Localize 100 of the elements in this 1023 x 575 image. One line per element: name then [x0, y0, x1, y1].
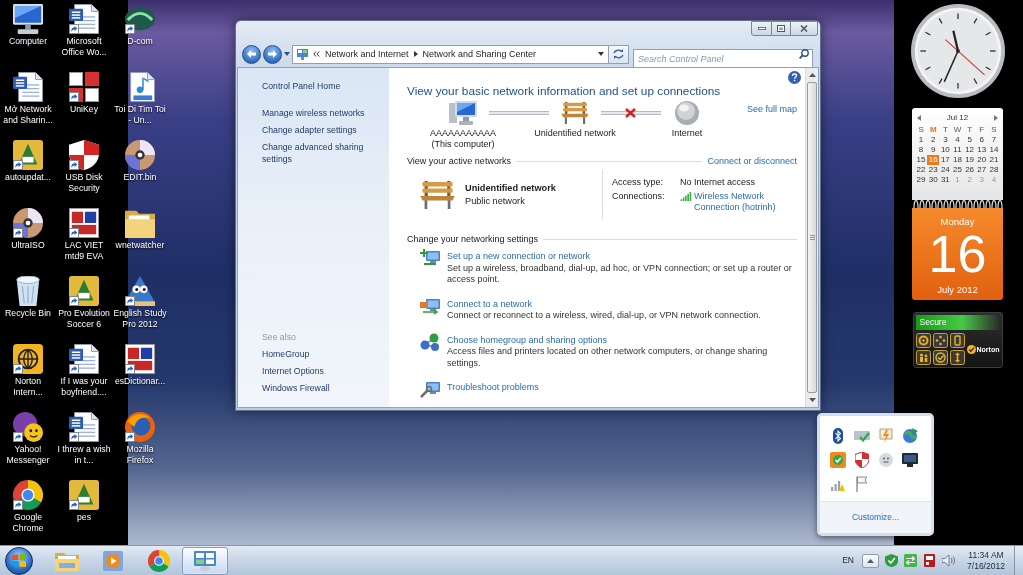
- connect-link[interactable]: Connect or disconnect: [707, 156, 797, 166]
- help-icon[interactable]: [788, 71, 801, 84]
- people-tile-icon[interactable]: [915, 350, 931, 365]
- calendar-day[interactable]: 10: [939, 145, 952, 155]
- gear-tile-icon[interactable]: [915, 333, 931, 348]
- calendar-day[interactable]: 27: [975, 165, 988, 175]
- desktop-shortcut[interactable]: Recycle Bin: [0, 272, 56, 340]
- calendar-day[interactable]: 23: [927, 165, 940, 175]
- calendar-day[interactable]: 13: [975, 145, 988, 155]
- phone-tile-icon[interactable]: [949, 333, 965, 348]
- search-field[interactable]: Search Control Panel: [633, 49, 813, 68]
- show-hidden-icons-button[interactable]: [862, 553, 879, 568]
- desktop-shortcut[interactable]: esDictionar...: [112, 340, 168, 408]
- desktop-shortcut[interactable]: Microsoft Office Wo...: [56, 0, 112, 68]
- card-check-icon[interactable]: [854, 430, 870, 442]
- minimize-button[interactable]: [751, 21, 772, 36]
- calendar-day[interactable]: 25: [951, 165, 964, 175]
- calendar-day[interactable]: 28: [987, 165, 1000, 175]
- check-tile-icon[interactable]: [932, 350, 948, 365]
- desktop-shortcut[interactable]: Toi Di Tim Toi - Un...: [112, 68, 168, 136]
- check-badge-icon[interactable]: [830, 452, 846, 468]
- calendar-day[interactable]: 8: [915, 145, 928, 155]
- desktop-shortcut[interactable]: Pro Evolution Soccer 6: [56, 272, 112, 340]
- calendar-day[interactable]: 11: [951, 145, 964, 155]
- connection-link[interactable]: Wireless Network Connection (hotrinh): [694, 191, 790, 213]
- bluetooth-icon[interactable]: [833, 428, 843, 444]
- calendar-day[interactable]: 2: [927, 135, 940, 145]
- calendar-day[interactable]: 6: [975, 135, 988, 145]
- calendar-day[interactable]: 7: [987, 135, 1000, 145]
- calendar-day[interactable]: 3: [939, 135, 952, 145]
- close-button[interactable]: [791, 21, 818, 36]
- breadcrumb-item[interactable]: Network and Sharing Center: [422, 48, 537, 60]
- desktop-shortcut[interactable]: Google Chrome: [0, 476, 56, 544]
- sidebar-link[interactable]: Change advanced sharing settings: [262, 141, 381, 165]
- network-arrows-icon[interactable]: [904, 554, 917, 567]
- calendar-day[interactable]: 24: [939, 165, 952, 175]
- desktop-shortcut[interactable]: If I was your boyfriend....: [56, 340, 112, 408]
- sidebar-link[interactable]: Internet Options: [262, 365, 324, 377]
- taskbar-button[interactable]: [182, 546, 228, 575]
- calendar-day[interactable]: 9: [927, 145, 940, 155]
- desktop-shortcut[interactable]: wnetwatcher: [112, 204, 168, 272]
- sidebar-link[interactable]: Windows Firewall: [262, 382, 330, 394]
- show-desktop-button[interactable]: [1014, 546, 1023, 575]
- address-bar[interactable]: Network and Internet Network and Sharing Center: [292, 44, 609, 64]
- language-indicator[interactable]: EN: [842, 554, 854, 567]
- calendar-day[interactable]: 14: [987, 145, 1000, 155]
- app-tile-icon[interactable]: [923, 554, 936, 567]
- triangle-right-icon[interactable]: [994, 115, 998, 121]
- dots-ring-tile-icon[interactable]: [932, 333, 948, 348]
- scroll-thumb[interactable]: [807, 82, 817, 393]
- arrows-tile-icon[interactable]: [949, 350, 965, 365]
- desktop-shortcut[interactable]: LAC VIET mtd9 EVA: [56, 204, 112, 272]
- sidebar-link[interactable]: HomeGroup: [262, 348, 310, 360]
- sidebar-link[interactable]: Manage wireless networks: [262, 107, 365, 119]
- calendar-day[interactable]: 29: [915, 175, 928, 185]
- desktop-shortcut[interactable]: UniKey: [56, 68, 112, 136]
- flag-icon[interactable]: [856, 476, 868, 492]
- start-button[interactable]: [5, 546, 33, 575]
- customize-link[interactable]: Customize...: [851, 511, 900, 524]
- calendar-day[interactable]: 30: [927, 175, 940, 185]
- sidebar-link[interactable]: Control Panel Home: [262, 80, 341, 92]
- calendar-day[interactable]: 4: [951, 135, 964, 145]
- task-link[interactable]: Set up a new connection or network: [447, 251, 591, 263]
- calendar-day[interactable]: 19: [963, 155, 976, 165]
- calendar-day[interactable]: 5: [963, 135, 976, 145]
- calendar-day[interactable]: 15: [915, 155, 928, 165]
- full-map-link[interactable]: See full map: [746, 104, 797, 115]
- calendar-day[interactable]: 31: [939, 175, 952, 185]
- shield-icon[interactable]: [855, 452, 869, 468]
- calendar-day[interactable]: 17: [939, 155, 952, 165]
- calendar-day[interactable]: 26: [963, 165, 976, 175]
- desktop-shortcut[interactable]: I threw a wish in t...: [56, 408, 112, 476]
- desktop-shortcut[interactable]: autoupdat...: [0, 136, 56, 204]
- desktop-shortcut[interactable]: Computer: [0, 0, 56, 68]
- desktop-shortcut[interactable]: UltraISO: [0, 204, 56, 272]
- desktop-shortcut[interactable]: English Study Pro 2012: [112, 272, 168, 340]
- task-link[interactable]: Connect to a network: [447, 298, 533, 310]
- refresh-button[interactable]: [609, 44, 629, 64]
- calendar-day[interactable]: 22: [915, 165, 928, 175]
- triangle-left-icon[interactable]: [917, 115, 921, 121]
- taskbar-clock[interactable]: 11:34 AM 7/16/2012: [960, 549, 1012, 572]
- desktop-shortcut[interactable]: D-com: [112, 0, 168, 68]
- desktop-shortcut[interactable]: Mở Network and Sharin...: [0, 68, 56, 136]
- monitor-icon[interactable]: [902, 453, 918, 467]
- calendar-day[interactable]: 18: [951, 155, 964, 165]
- calendar-day[interactable]: 20: [975, 155, 988, 165]
- forward-button[interactable]: [263, 44, 282, 64]
- calendar-day[interactable]: 21: [987, 155, 1000, 165]
- back-button[interactable]: [242, 44, 261, 64]
- speaker-icon[interactable]: [942, 554, 955, 567]
- desktop-shortcut[interactable]: USB Disk Security: [56, 136, 112, 204]
- sidebar-link[interactable]: Change adapter settings: [262, 124, 357, 136]
- task-link[interactable]: Troubleshoot problems: [447, 382, 539, 394]
- globe-icon[interactable]: [902, 428, 918, 444]
- desktop-shortcut[interactable]: Norton Intern...: [0, 340, 56, 408]
- calendar-day[interactable]: 1: [915, 135, 928, 145]
- smiley-icon[interactable]: [879, 453, 893, 467]
- breadcrumb-item[interactable]: Network and Internet: [325, 48, 409, 60]
- maximize-button[interactable]: [772, 21, 791, 36]
- calendar-day[interactable]: 12: [963, 145, 976, 155]
